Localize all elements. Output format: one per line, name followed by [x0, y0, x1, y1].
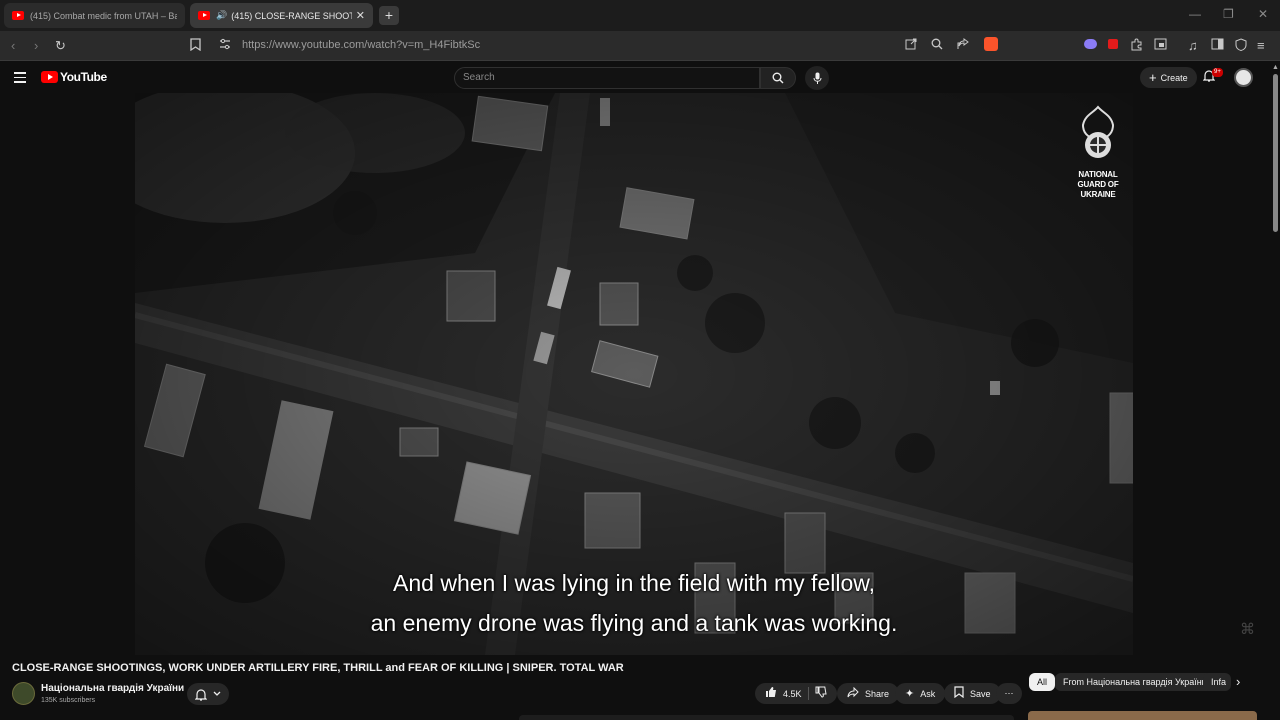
chevron-down-icon [213, 691, 221, 696]
video-player[interactable]: NATIONAL GUARD OF UKRAINE And when I was… [135, 93, 1133, 655]
account-avatar[interactable] [1234, 68, 1253, 87]
captions: And when I was lying in the field with m… [135, 563, 1133, 643]
open-in-app-icon[interactable] [905, 38, 917, 54]
video-title: CLOSE-RANGE SHOOTINGS, WORK UNDER ARTILL… [12, 662, 624, 674]
bookmark-icon[interactable] [190, 38, 201, 55]
search-box [454, 67, 760, 89]
chevron-right-icon[interactable]: › [1236, 674, 1240, 689]
like-dislike-group: 4.5K [755, 683, 837, 704]
page-scrollbar[interactable]: ▲ [1270, 62, 1280, 720]
browser-tab-close-range[interactable]: 🔊 (415) CLOSE-RANGE SHOOTING ✕ [190, 3, 373, 28]
more-icon: ⋯ [1004, 688, 1014, 698]
save-button[interactable]: Save [944, 683, 1001, 704]
scroll-up-arrow-icon[interactable]: ▲ [1272, 64, 1279, 71]
dislike-icon[interactable] [815, 686, 827, 701]
comments-section-peek [519, 715, 1014, 720]
watermark-line: GUARD OF [1077, 180, 1119, 189]
youtube-logo-text[interactable]: YouTube [60, 70, 107, 84]
ask-label: Ask [920, 688, 936, 699]
restore-icon[interactable]: ❐ [1223, 7, 1234, 21]
search-button[interactable] [760, 67, 796, 89]
subscriber-count: 135K subscribers [41, 697, 96, 704]
share-page-icon[interactable] [957, 38, 969, 54]
youtube-logo-icon[interactable] [41, 71, 58, 83]
browser-menu-icon[interactable]: ≡ [1257, 38, 1265, 54]
sparkle-icon: ✦ [905, 688, 915, 700]
national-guard-emblem-icon [1081, 105, 1115, 158]
more-actions-button[interactable]: ⋯ [996, 683, 1022, 704]
new-tab-button[interactable]: + [379, 6, 399, 25]
watermark-line: UKRAINE [1080, 190, 1116, 199]
channel-name[interactable]: Національна гвардія України [41, 683, 184, 694]
create-button[interactable]: + Create [1140, 67, 1197, 88]
bell-icon [195, 688, 207, 701]
voice-search-button[interactable] [805, 66, 829, 90]
extension-leo-icon[interactable] [1084, 39, 1097, 49]
audio-playing-icon[interactable]: 🔊 [216, 10, 227, 21]
caption-line: And when I was lying in the field with m… [393, 570, 875, 596]
channel-avatar[interactable] [12, 682, 35, 705]
share-icon [847, 686, 859, 701]
guide-menu-icon[interactable] [14, 72, 26, 86]
national-guard-watermark: NATIONAL GUARD OF UKRAINE [1073, 105, 1123, 200]
divider [807, 687, 809, 700]
media-music-icon[interactable]: ♫ [1188, 38, 1198, 54]
mic-icon [813, 72, 821, 84]
youtube-favicon-icon [12, 11, 24, 20]
tab-title: (415) CLOSE-RANGE SHOOTING [231, 10, 352, 21]
chip-from-channel[interactable]: From Національна гвардія України [1055, 673, 1215, 691]
picture-in-picture-icon[interactable] [1154, 38, 1167, 54]
brave-shields-icon[interactable] [984, 37, 998, 51]
address-bar-url[interactable]: https://www.youtube.com/watch?v=m_H4Fibt… [242, 39, 480, 51]
share-label: Share [865, 688, 890, 699]
minimize-icon[interactable]: — [1189, 7, 1201, 21]
chip-all[interactable]: All [1029, 673, 1056, 691]
browser-tab-strip: (415) Combat medic from UTAH – Baby 🔊 (4… [0, 0, 1280, 31]
watermark-line: NATIONAL [1078, 170, 1118, 179]
site-settings-icon[interactable] [219, 38, 231, 54]
vpn-shield-icon[interactable] [1235, 38, 1247, 55]
save-label: Save [970, 688, 991, 699]
search-icon [772, 72, 784, 84]
close-tab-icon[interactable]: ✕ [356, 9, 365, 22]
extension-red-icon[interactable] [1108, 39, 1118, 49]
forward-icon[interactable]: › [34, 38, 38, 54]
close-window-icon[interactable]: ✕ [1258, 7, 1268, 21]
scrollbar-thumb[interactable] [1273, 74, 1278, 232]
like-icon[interactable] [765, 686, 777, 701]
create-label: Create [1160, 72, 1188, 83]
ask-button[interactable]: ✦ Ask [895, 683, 946, 704]
chip-infa[interactable]: Infa [1203, 673, 1231, 691]
notification-count-badge: 9+ [1212, 68, 1223, 77]
extensions-puzzle-icon[interactable] [1130, 38, 1143, 55]
browser-toolbar: ‹ › ↻ https://www.youtube.com/watch?v=m_… [0, 31, 1280, 61]
zoom-icon[interactable] [931, 38, 943, 54]
subscription-notifications-button[interactable] [187, 683, 229, 705]
save-icon [954, 686, 964, 701]
recommended-video-thumbnail[interactable] [1028, 711, 1257, 720]
caption-line: an enemy drone was flying and a tank was… [370, 610, 898, 636]
back-icon[interactable]: ‹ [11, 38, 15, 54]
tab-title: (415) Combat medic from UTAH – Baby [30, 10, 177, 21]
youtube-masthead: YouTube + Create 9+ [0, 62, 1280, 93]
reload-icon[interactable]: ↻ [55, 38, 66, 54]
channel-branding-icon[interactable]: ⌘ [1240, 620, 1262, 640]
search-input[interactable] [463, 72, 743, 83]
share-button[interactable]: Share [837, 683, 900, 704]
sidebar-toggle-icon[interactable] [1211, 38, 1224, 54]
browser-tab-combat-medic[interactable]: (415) Combat medic from UTAH – Baby [4, 3, 185, 28]
like-count[interactable]: 4.5K [783, 689, 802, 699]
plus-icon: + [1149, 70, 1157, 85]
youtube-favicon-icon [198, 11, 210, 20]
